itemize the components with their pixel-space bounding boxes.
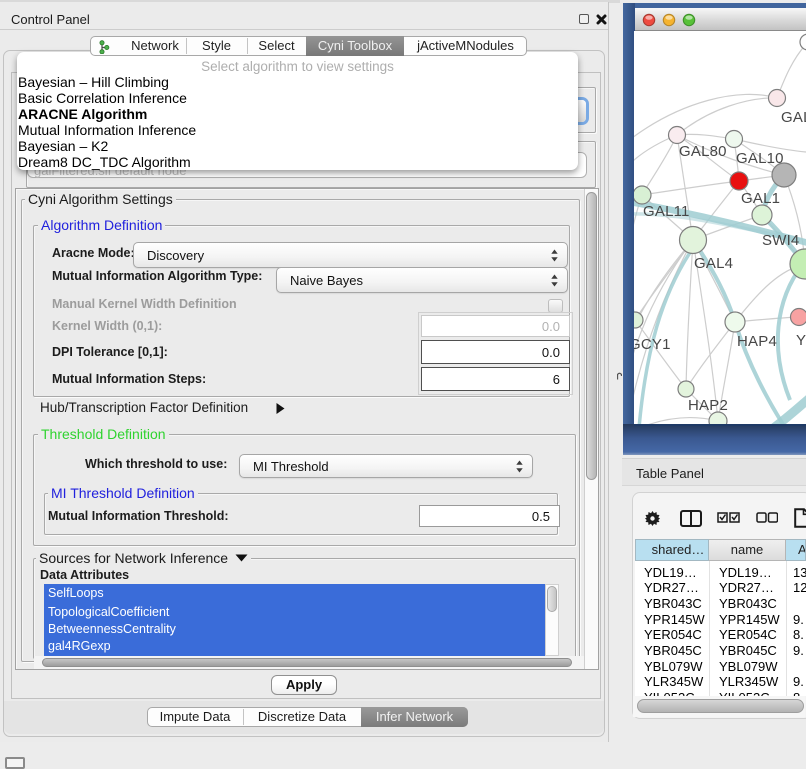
svg-text:GAL80: GAL80 (679, 143, 727, 160)
svg-text:GAL: GAL (781, 109, 806, 126)
svg-text:GAL4: GAL4 (694, 255, 733, 272)
svg-text:GAL11: GAL11 (643, 203, 690, 220)
svg-text:SWI4: SWI4 (762, 232, 799, 249)
svg-text:HAP2: HAP2 (688, 397, 728, 414)
svg-text:GAL1: GAL1 (741, 190, 780, 207)
svg-text:Y: Y (796, 332, 806, 349)
svg-text:GCY1: GCY1 (634, 336, 671, 353)
svg-text:HAP4: HAP4 (737, 333, 777, 350)
svg-text:GAL10: GAL10 (736, 150, 784, 167)
